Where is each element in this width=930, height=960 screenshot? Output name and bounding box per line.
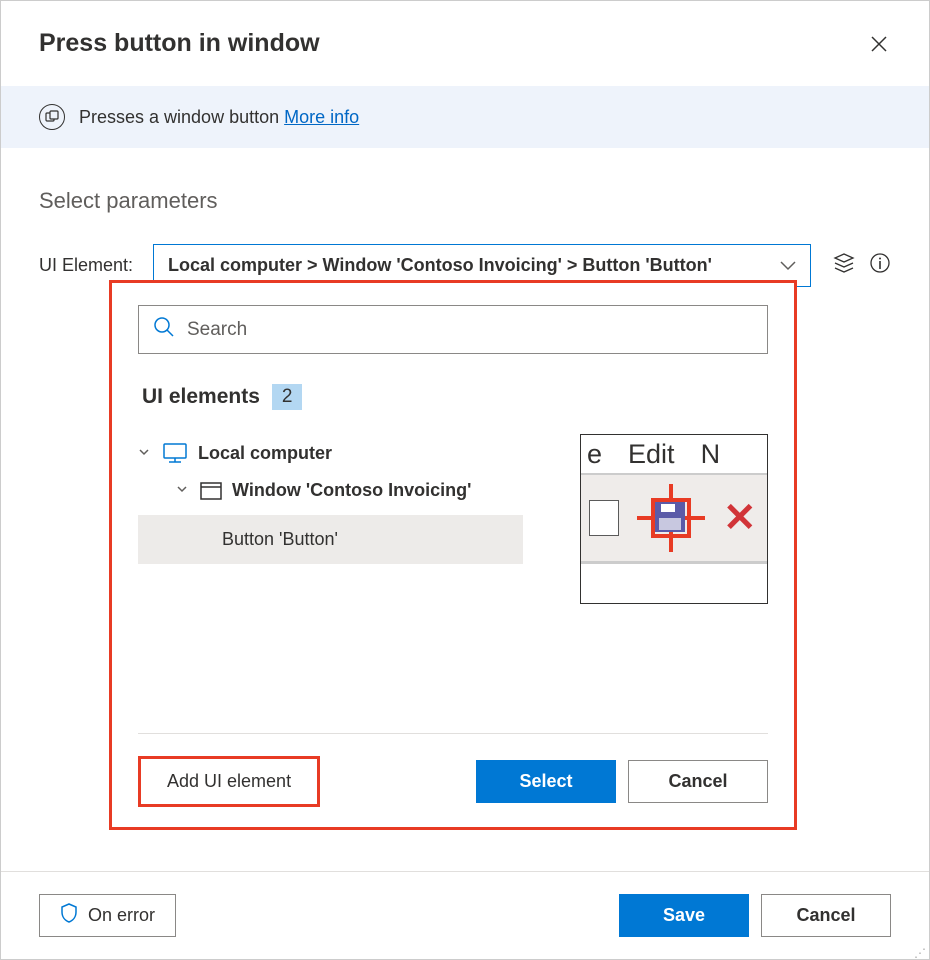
- cancel-button[interactable]: Cancel: [761, 894, 891, 937]
- ui-elements-tree: Local computer Window 'Contoso Invoicing…: [138, 434, 560, 733]
- ui-elements-header: UI elements 2: [138, 384, 768, 410]
- popup-cancel-button[interactable]: Cancel: [628, 760, 768, 803]
- element-preview: e Edit N ✕: [580, 434, 768, 604]
- dialog-title: Press button in window: [39, 29, 320, 58]
- action-icon: [39, 104, 65, 130]
- chevron-down-icon: [780, 255, 796, 276]
- ui-elements-title: UI elements: [142, 385, 260, 409]
- chevron-down-icon: [176, 483, 190, 498]
- dropdown-value: Local computer > Window 'Contoso Invoici…: [168, 255, 712, 276]
- computer-icon: [162, 442, 188, 464]
- save-button[interactable]: Save: [619, 894, 749, 937]
- close-button[interactable]: [867, 32, 891, 56]
- layers-icon[interactable]: [833, 252, 855, 279]
- search-icon: [153, 316, 175, 343]
- info-bar: Presses a window button More info: [1, 86, 929, 148]
- x-icon: ✕: [723, 495, 757, 541]
- on-error-button[interactable]: On error: [39, 894, 176, 937]
- dialog-footer: On error Save Cancel: [1, 871, 929, 959]
- chevron-down-icon: [138, 446, 152, 461]
- resize-handle[interactable]: ⋰: [914, 951, 926, 956]
- target-crosshair: [637, 484, 705, 552]
- parameters-title: Select parameters: [39, 188, 891, 214]
- search-box[interactable]: [138, 305, 768, 354]
- document-icon: [589, 500, 619, 536]
- dialog-header: Press button in window: [1, 1, 929, 86]
- tree-node-computer[interactable]: Local computer: [138, 434, 560, 472]
- tree-node-window[interactable]: Window 'Contoso Invoicing': [138, 472, 560, 509]
- add-ui-element-button[interactable]: Add UI element: [138, 756, 320, 807]
- tree-node-button[interactable]: Button 'Button': [138, 515, 523, 564]
- info-icon[interactable]: [869, 252, 891, 279]
- more-info-link[interactable]: More info: [284, 107, 359, 127]
- ui-elements-count: 2: [272, 384, 303, 410]
- close-icon: [871, 36, 887, 52]
- ui-element-label: UI Element:: [39, 255, 143, 276]
- shield-icon: [60, 903, 78, 928]
- select-button[interactable]: Select: [476, 760, 616, 803]
- info-text: Presses a window button More info: [79, 107, 359, 128]
- floppy-icon: [655, 502, 685, 532]
- window-icon: [200, 482, 222, 500]
- ui-element-picker-popup: UI elements 2 Local computer Window 'Con…: [109, 280, 797, 830]
- search-input[interactable]: [187, 319, 753, 341]
